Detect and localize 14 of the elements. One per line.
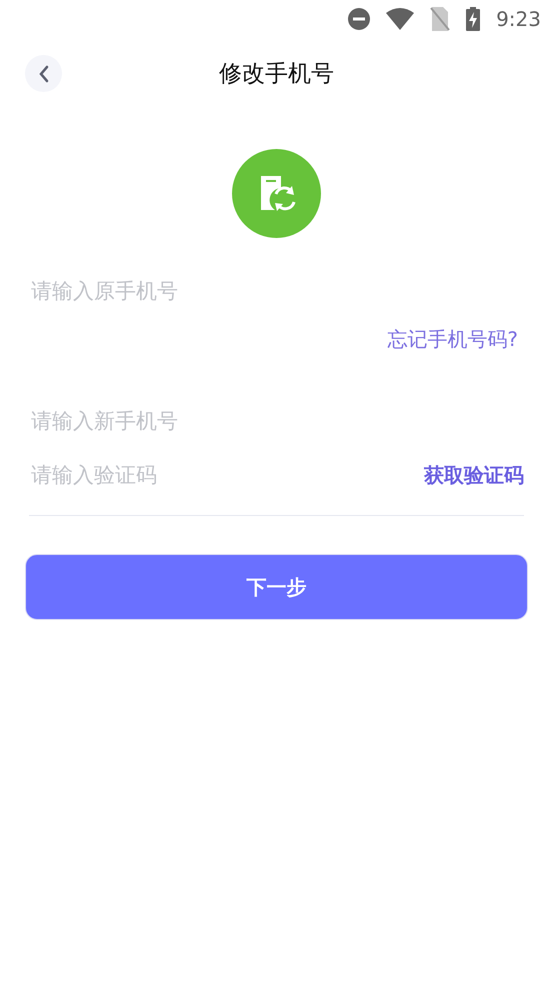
- input-field[interactable]: 请输入验证码 获取验证码: [29, 434, 524, 516]
- back-button[interactable]: [25, 55, 62, 92]
- do-not-disturb-icon: [348, 8, 370, 30]
- get-code-button[interactable]: 获取验证码: [424, 460, 524, 490]
- status-time: 9:23: [496, 6, 541, 33]
- next-button[interactable]: 下一步: [25, 554, 528, 620]
- battery-charging-icon: [466, 7, 480, 31]
- wifi-icon: [386, 8, 414, 30]
- back-icon: [38, 64, 50, 82]
- input-field[interactable]: 请输入新手机号: [29, 408, 524, 434]
- input-field[interactable]: 请输入原手机号: [29, 278, 524, 304]
- no-sim-icon: [430, 7, 450, 31]
- forgot-phone-link[interactable]: 忘记手机号码?: [387, 324, 518, 408]
- page-title: 修改手机号: [219, 60, 334, 89]
